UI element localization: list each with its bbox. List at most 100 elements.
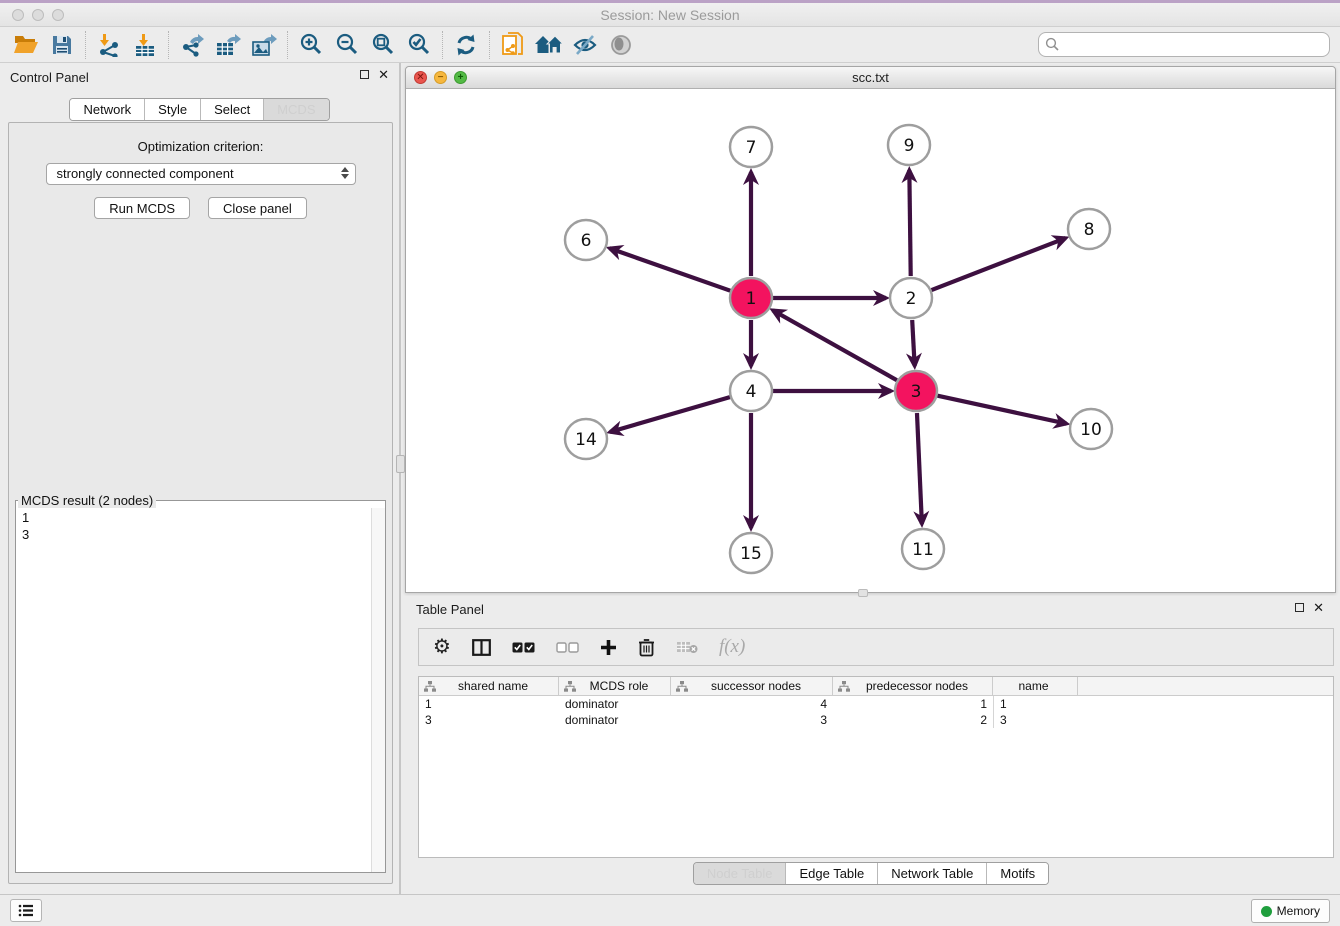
result-node-3: 3 [22,526,365,543]
close-panel-icon[interactable]: ✕ [378,69,389,80]
network-canvas[interactable]: 7 9 6 8 1 2 4 3 14 10 15 11 [406,89,1335,592]
toolbar-separator [489,31,490,59]
window-titlebar[interactable]: Session: New Session [0,0,1340,27]
export-table-icon[interactable] [210,30,246,60]
cell-mcds-role[interactable]: dominator [559,697,671,711]
svg-text:4: 4 [746,382,757,402]
memory-button[interactable]: Memory [1251,899,1330,923]
tab-network-table[interactable]: Network Table [877,863,986,884]
zoom-selected-icon[interactable] [401,30,437,60]
open-folder-icon[interactable] [8,30,44,60]
tab-motifs[interactable]: Motifs [986,863,1048,884]
tab-mcds[interactable]: MCDS [263,99,328,120]
graph-edge-3-1[interactable] [773,310,897,380]
graph-node-14[interactable]: 14 [565,419,607,459]
task-history-button[interactable] [10,899,42,922]
zoom-out-icon[interactable] [329,30,365,60]
run-mcds-button[interactable]: Run MCDS [94,197,190,219]
graph-node-15[interactable]: 15 [730,533,772,573]
cell-mcds-role[interactable]: dominator [559,713,671,727]
cell-successor-nodes[interactable]: 4 [671,697,833,711]
criterion-select[interactable]: strongly connected component [46,163,356,185]
zoom-fit-icon[interactable] [365,30,401,60]
zoom-in-icon[interactable] [293,30,329,60]
graph-node-11[interactable]: 11 [902,529,944,569]
cell-successor-nodes[interactable]: 3 [671,713,833,727]
table-header-filler [1078,677,1333,695]
column-header-shared-name[interactable]: shared name [419,677,559,695]
optimization-criterion-label: Optimization criterion: [9,139,392,154]
refresh-icon[interactable] [448,30,484,60]
tab-select[interactable]: Select [200,99,263,120]
graph-edge-4-14[interactable] [610,397,730,432]
table-settings-icon[interactable]: ⚙ [433,637,451,657]
horizontal-splitter-handle[interactable] [858,589,868,597]
graph-node-6[interactable]: 6 [565,220,607,260]
cell-shared-name[interactable]: 1 [419,697,559,711]
graph-edge-3-11[interactable] [917,413,922,524]
close-panel-button[interactable]: Close panel [208,197,307,219]
export-network-icon[interactable] [174,30,210,60]
export-image-icon[interactable] [246,30,282,60]
toolbar-separator [85,31,86,59]
hierarchy-icon [564,681,576,692]
cell-shared-name[interactable]: 3 [419,713,559,727]
graph-node-2[interactable]: 2 [890,278,932,318]
panel-splitter-handle[interactable] [396,455,405,473]
table-row[interactable]: 1 dominator 4 1 1 [419,696,1333,712]
column-header-successor-nodes[interactable]: successor nodes [671,677,833,695]
graph-edge-2-3[interactable] [912,320,914,366]
tab-edge-table[interactable]: Edge Table [785,863,877,884]
hierarchy-icon [838,681,850,692]
search-input[interactable] [1064,37,1323,52]
network-window-titlebar[interactable]: ✕ − + scc.txt [406,67,1335,89]
cell-predecessor-nodes[interactable]: 1 [833,697,993,711]
column-header-predecessor-nodes[interactable]: predecessor nodes [833,677,993,695]
import-table-icon[interactable] [127,30,163,60]
mcds-result-list[interactable]: 1 3 [16,508,371,872]
table-row[interactable]: 3 dominator 3 2 3 [419,712,1333,728]
tab-network[interactable]: Network [70,99,144,120]
delete-column-icon[interactable] [638,638,655,657]
column-header-name[interactable]: name [993,677,1078,695]
select-all-columns-icon[interactable] [512,642,535,653]
graph-node-9[interactable]: 9 [888,125,930,165]
show-all-icon[interactable] [603,30,639,60]
svg-text:7: 7 [746,138,757,158]
graph-edge-1-6[interactable] [610,248,731,290]
mcds-result-title: MCDS result (2 nodes) [18,493,156,508]
import-network-icon[interactable] [91,30,127,60]
tab-node-table[interactable]: Node Table [694,863,786,884]
column-header-mcds-role[interactable]: MCDS role [559,677,671,695]
hierarchy-icon [424,681,436,692]
graph-edge-2-9[interactable] [909,170,910,276]
cell-name[interactable]: 1 [993,696,1078,712]
save-icon[interactable] [44,30,80,60]
float-table-panel-icon[interactable] [1295,603,1304,612]
control-panel: Control Panel ✕ Network Style Select MCD… [0,63,401,894]
graph-node-10[interactable]: 10 [1070,409,1112,449]
float-panel-icon[interactable] [360,70,369,79]
graph-node-8[interactable]: 8 [1068,209,1110,249]
graph-node-1[interactable]: 1 [730,278,772,318]
clone-network-icon[interactable] [495,30,531,60]
result-scrollbar[interactable] [371,508,385,872]
cell-name[interactable]: 3 [993,712,1078,728]
graph-node-4[interactable]: 4 [730,371,772,411]
graph-edge-3-10[interactable] [937,396,1066,424]
home-icon[interactable] [531,30,567,60]
search-icon [1045,37,1060,52]
svg-text:6: 6 [581,231,592,251]
graph-node-3[interactable]: 3 [895,371,937,411]
graph-edge-2-8[interactable] [932,238,1066,290]
close-table-panel-icon[interactable]: ✕ [1313,602,1324,613]
graph-node-7[interactable]: 7 [730,127,772,167]
hide-selected-icon[interactable] [567,30,603,60]
tab-style[interactable]: Style [144,99,200,120]
search-field[interactable] [1038,32,1330,57]
result-node-1: 1 [22,509,365,526]
cell-predecessor-nodes[interactable]: 2 [833,713,993,727]
unselect-all-columns-icon[interactable] [556,642,579,653]
split-table-icon[interactable] [472,639,491,656]
create-column-icon[interactable] [600,639,617,656]
